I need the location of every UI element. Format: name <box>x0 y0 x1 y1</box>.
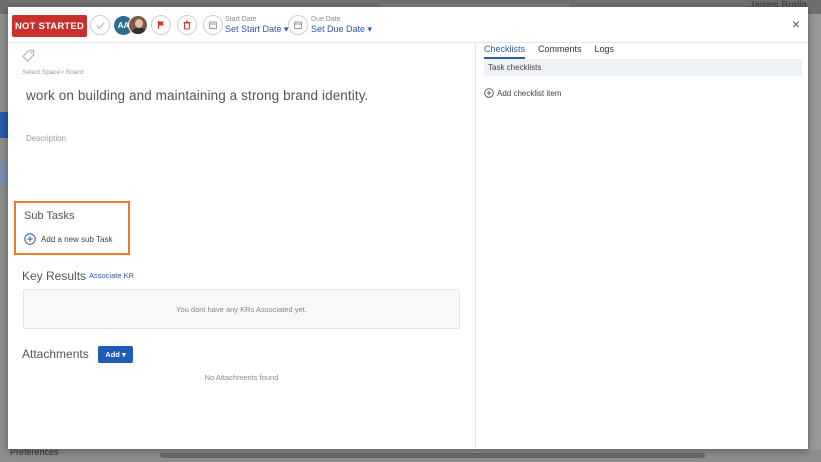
calendar-icon <box>209 21 217 29</box>
task-title[interactable]: work on building and maintaining a stron… <box>26 88 368 103</box>
description-field[interactable]: Description <box>26 134 66 143</box>
mark-complete-button[interactable] <box>90 15 110 35</box>
sub-tasks-section: Sub Tasks Add a new sub Task <box>14 201 130 255</box>
add-attachment-button[interactable]: Add ▾ <box>98 346 133 363</box>
due-date-picker[interactable]: Due Date Set Due Date ▾ <box>311 16 372 35</box>
delete-task-button[interactable] <box>177 15 197 35</box>
plus-circle-icon <box>484 88 494 98</box>
due-date-calendar-button[interactable] <box>288 15 308 35</box>
start-date-caption: Start Date <box>225 16 257 23</box>
space-board-breadcrumb[interactable]: Select Space> Board <box>22 69 83 76</box>
start-date-value[interactable]: Set Start Date ▾ <box>225 24 289 35</box>
tab-comments[interactable]: Comments <box>538 44 582 59</box>
attachments-empty-text: No Attachments found <box>204 373 279 382</box>
plus-circle-icon <box>24 233 36 245</box>
status-button[interactable]: NOT STARTED <box>12 15 87 37</box>
task-detail-modal: NOT STARTED AA Start Date Set Start Date… <box>8 7 808 449</box>
close-icon[interactable]: × <box>792 16 800 32</box>
add-sub-task-button[interactable]: Add a new sub Task <box>24 233 112 245</box>
modal-header: NOT STARTED AA Start Date Set Start Date… <box>8 7 808 43</box>
tab-checklists[interactable]: Checklists <box>484 44 526 59</box>
add-sub-task-label: Add a new sub Task <box>41 234 113 244</box>
key-results-empty-text: You dont have any KRs Associated yet. <box>176 304 307 314</box>
task-main-panel: Select Space> Board work on building and… <box>8 43 475 449</box>
key-results-empty-state: You dont have any KRs Associated yet. <box>23 289 460 329</box>
tab-logs[interactable]: Logs <box>595 44 615 59</box>
activity-tabs: Checklists Comments Logs <box>484 44 627 59</box>
start-date-picker[interactable]: Start Date Set Start Date ▾ <box>225 16 289 35</box>
due-date-caption: Due Date <box>311 16 341 23</box>
due-date-value[interactable]: Set Due Date ▾ <box>311 24 372 35</box>
assignee-avatar-photo[interactable] <box>128 15 148 35</box>
background-vertical-scrollbar <box>809 14 821 450</box>
add-checklist-item-label: Add checklist item <box>497 88 562 98</box>
key-results-title: Key Results <box>22 269 87 283</box>
trash-icon <box>183 20 191 30</box>
task-checklists-header: Task checklists <box>484 59 802 76</box>
associate-kr-link[interactable]: Associate KR <box>89 271 134 280</box>
calendar-icon <box>294 21 302 29</box>
priority-flag-button[interactable] <box>151 15 171 35</box>
tag-icon[interactable] <box>22 49 35 67</box>
background-horizontal-scrollbar <box>160 453 705 458</box>
start-date-calendar-button[interactable] <box>203 15 223 35</box>
activity-panel: Checklists Comments Logs Task checklists… <box>475 43 808 449</box>
sub-tasks-title: Sub Tasks <box>24 210 75 222</box>
add-checklist-item-button[interactable]: Add checklist item <box>484 88 561 98</box>
attachments-title: Attachments <box>22 347 89 361</box>
flag-icon <box>157 21 164 29</box>
check-icon <box>95 21 105 29</box>
